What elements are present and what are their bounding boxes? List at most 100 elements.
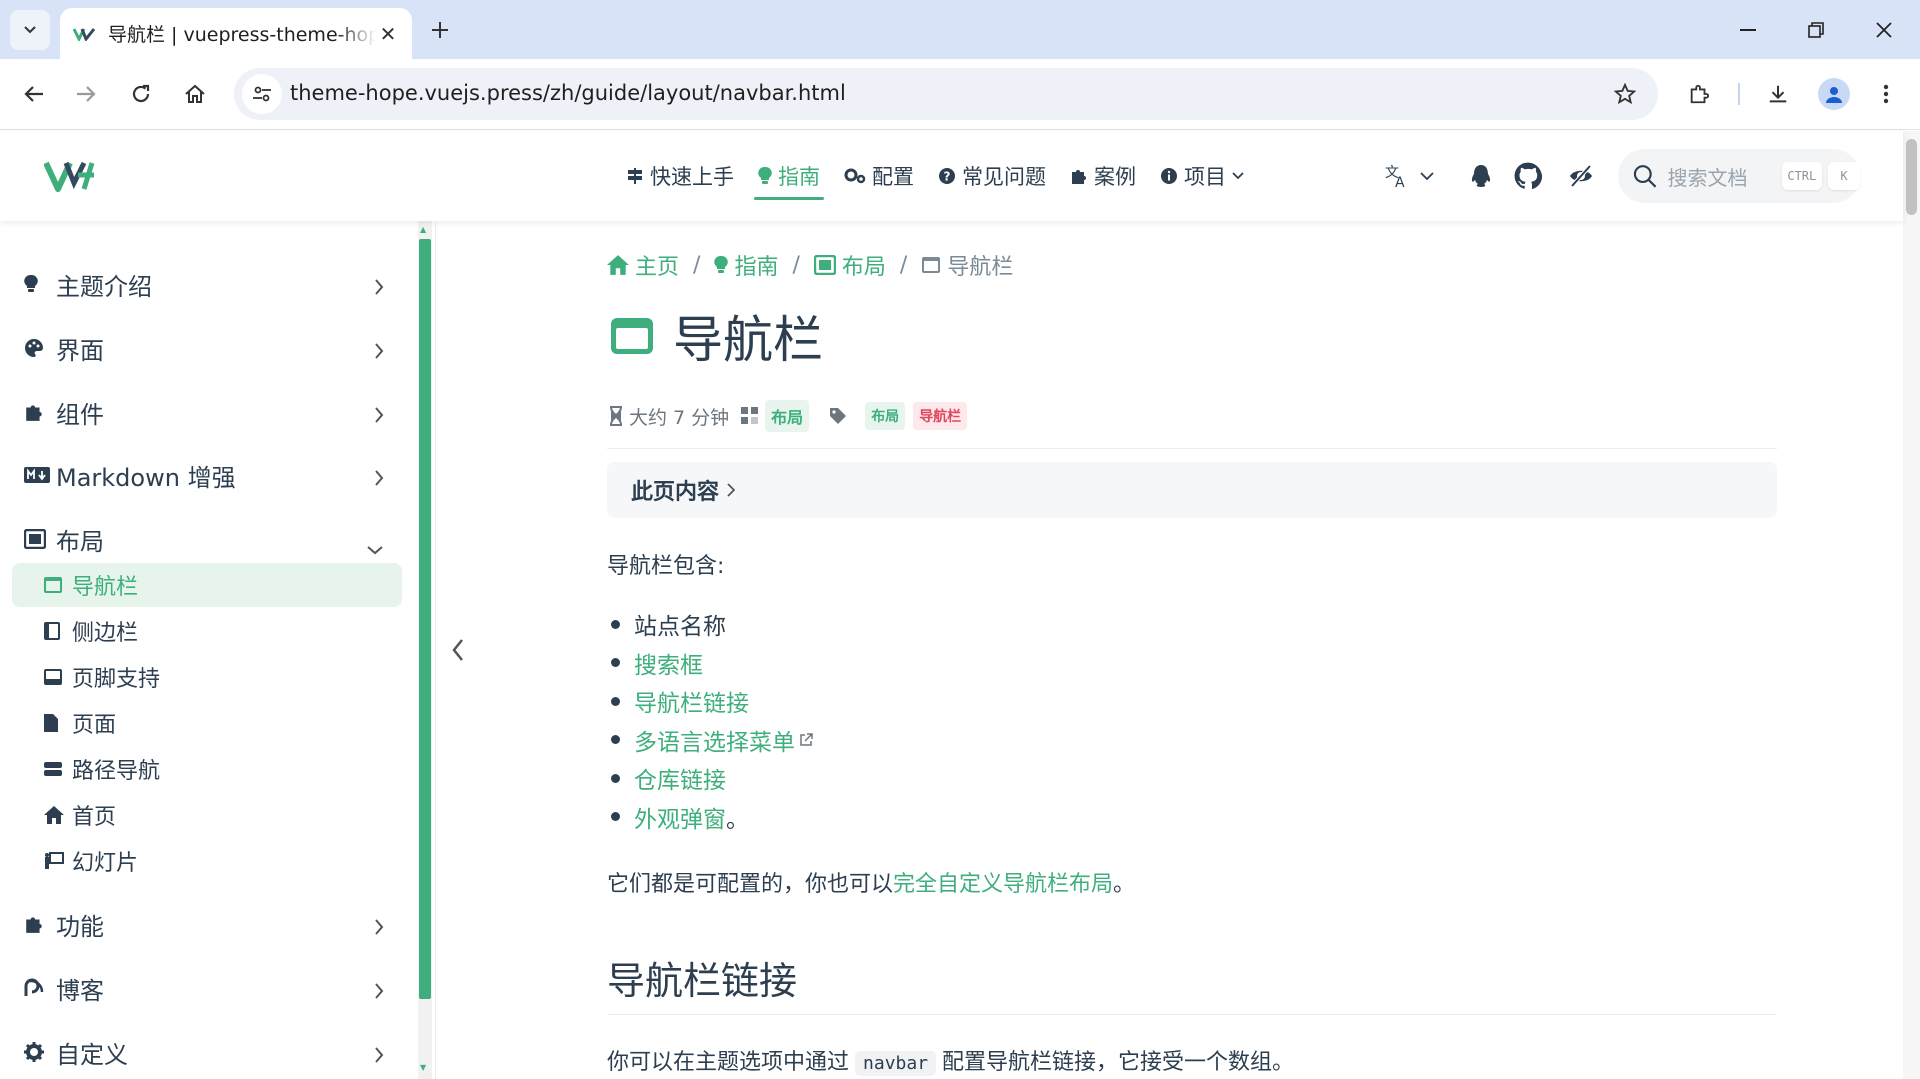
menu-button[interactable] [1866,74,1906,114]
forward-button[interactable] [66,74,106,114]
tag-layout[interactable]: 布局 [865,402,906,430]
custom-layout-link[interactable]: 完全自定义导航栏布局 [893,872,1113,897]
tag-navbar[interactable]: 导航栏 [913,402,968,430]
breadcrumb-home[interactable]: 主页 [607,249,679,281]
sidebar-sub-footer[interactable]: 页脚支持 [12,655,402,699]
list-item: 导航栏链接 [607,682,813,721]
sidebar-sub-label: 导航栏 [72,575,139,600]
downloads-button[interactable] [1758,74,1798,114]
sidebar-item-components[interactable]: 组件 [24,390,394,434]
scroll-down-arrow-icon[interactable]: ▼ [420,1063,426,1072]
list-item: 外观弹窗。 [607,798,813,837]
nav-link-project[interactable]: 项目 [1160,156,1250,196]
scroll-up-arrow-icon[interactable]: ▲ [420,225,426,234]
nav-link-faq[interactable]: ? 常见问题 [938,156,1046,196]
browser-tab-bar: 导航栏 | vuepress-theme-hope ✕ [0,0,1920,59]
extensions-button[interactable] [1679,74,1719,114]
list-item: 仓库链接 [607,759,813,798]
close-window-button[interactable] [1864,10,1904,50]
restore-button[interactable] [1796,10,1836,50]
site-navbar: 快速上手 指南 配置 ? 常见问题 案例 项目 文A 搜索文档 CTRL K [0,131,1903,221]
nav-link-get-started[interactable]: 快速上手 [626,156,734,196]
more-vertical-icon [1883,84,1889,104]
address-bar[interactable]: theme-hope.vuejs.press/zh/guide/layout/n… [234,68,1658,120]
page-scrollbar[interactable] [1903,131,1920,1079]
sidebar-sub-sidebar[interactable]: 侧边栏 [12,609,402,653]
bullet [611,812,620,822]
nav-link-label: 常见问题 [962,165,1046,189]
blog-icon [24,978,50,998]
sidebar-scrollbar-thumb[interactable] [419,239,431,999]
window-icon [44,577,66,593]
toc-toggle[interactable]: 此页内容 [607,462,1777,518]
back-button[interactable] [14,74,54,114]
qq-link[interactable] [1470,131,1492,221]
bullet [611,773,620,783]
profile-avatar[interactable] [1818,78,1850,110]
sidebar-item-features[interactable]: 功能 [24,902,394,946]
lightbulb-icon [714,255,729,275]
lightbulb-icon [758,166,772,186]
nav-link-demo[interactable]: 案例 [1070,156,1136,196]
palette-icon [24,338,50,358]
list-item-link[interactable]: 导航栏链接 [634,684,749,718]
nav-link-guide[interactable]: 指南 [754,156,824,200]
list-item-link[interactable]: 外观弹窗 [634,800,726,834]
layout-icon [24,529,50,549]
sidebar-item-layout[interactable]: 布局 [24,517,394,561]
breadcrumb-label: 布局 [841,255,886,280]
layout-icon [813,255,836,275]
search-box[interactable]: 搜索文档 CTRL K [1618,149,1860,203]
sidebar-sub-label: 路径导航 [72,759,161,784]
new-tab-button[interactable] [424,14,456,46]
browser-tab[interactable]: 导航栏 | vuepress-theme-hope ✕ [60,8,412,59]
nav-link-config[interactable]: 配置 [844,156,914,196]
page-title-text: 导航栏 [673,311,823,369]
language-switcher[interactable]: 文A [1384,131,1434,221]
sidebar-item-customize[interactable]: 自定义 [24,1030,394,1074]
site-info-button[interactable] [242,74,282,114]
list-item: 多语言选择菜单 [607,721,813,760]
tab-list-button[interactable] [10,10,50,50]
sidebar-sub-breadcrumb[interactable]: 路径导航 [12,747,402,791]
list-item-link[interactable]: 搜索框 [634,646,703,680]
sidebar-item-blog[interactable]: 博客 [24,966,394,1010]
list-item-link[interactable]: 多语言选择菜单 [634,723,795,757]
color-mode-toggle[interactable] [1568,131,1594,221]
reload-button[interactable] [121,74,161,114]
breadcrumb-guide[interactable]: 指南 [714,249,778,281]
svg-text:?: ? [944,170,951,184]
page-scrollbar-thumb[interactable] [1906,139,1917,215]
section-heading: 导航栏链接 [607,959,798,1003]
sidebar-item-markdown[interactable]: Markdown 增强 [24,453,394,497]
sidebar-sub-slides[interactable]: 幻灯片 [12,839,402,883]
page-title: 导航栏 [609,300,823,372]
breadcrumb-label: 主页 [635,255,680,280]
home-button[interactable] [175,74,215,114]
minimize-button[interactable] [1728,10,1768,50]
sidebar-item-label: 组件 [56,400,104,429]
url-text[interactable]: theme-hope.vuejs.press/zh/guide/layout/n… [290,81,846,105]
nav-link-label: 项目 [1184,165,1226,189]
sidebar-sub-home[interactable]: 首页 [12,793,402,837]
tab-close-icon[interactable]: ✕ [376,22,400,46]
breadcrumb-layout[interactable]: 布局 [813,249,886,281]
puzzle-piece-icon [1690,84,1710,104]
sidebar-sub-page[interactable]: 页面 [12,701,402,745]
sidebar-collapse-button[interactable] [446,630,470,670]
browser-toolbar: theme-hope.vuejs.press/zh/guide/layout/n… [0,59,1920,130]
sidebar-item-label: 布局 [56,527,104,556]
sidebar-item-interface[interactable]: 界面 [24,326,394,370]
sidebar-item-theme-intro[interactable]: 主题介绍 [24,262,394,306]
category-icon [741,407,759,425]
github-link[interactable] [1514,131,1542,221]
list-item-text: 站点名称 [634,614,726,641]
sidebar-sub-navbar[interactable]: 导航栏 [12,563,402,607]
sidebar-sub-label: 幻灯片 [72,851,139,876]
category-tag[interactable]: 布局 [765,400,810,432]
bullet [611,619,620,629]
site-logo[interactable] [43,159,98,197]
eye-slash-icon [1570,164,1592,188]
bookmark-star-icon[interactable] [1608,77,1642,111]
list-item-link[interactable]: 仓库链接 [634,761,726,795]
